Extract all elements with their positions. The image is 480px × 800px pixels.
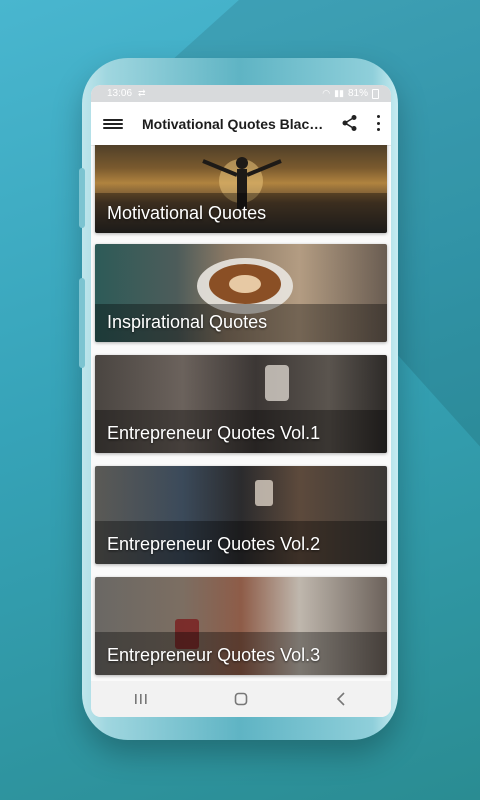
category-label: Entrepreneur Quotes Vol.1	[107, 423, 321, 443]
category-card-entrepreneur-2[interactable]: Entrepreneur Quotes Vol.2	[95, 466, 387, 564]
share-icon[interactable]	[341, 114, 359, 132]
category-list: Motivational Quotes Inspirational Quotes…	[91, 145, 391, 681]
app-screen: 13:06 ⇄ ◠ ▮▮ 81% Motivational Quotes Bla…	[91, 85, 391, 717]
category-label: Inspirational Quotes	[107, 312, 268, 332]
category-card-inspirational[interactable]: Inspirational Quotes	[95, 244, 387, 342]
status-bar: 13:06 ⇄ ◠ ▮▮ 81%	[91, 85, 391, 102]
notification-icon: ⇄	[138, 88, 146, 98]
bixby-button	[79, 278, 85, 368]
battery-percent: 81%	[347, 88, 368, 99]
category-card-entrepreneur-3[interactable]: Entrepreneur Quotes Vol.3	[95, 577, 387, 675]
home-icon[interactable]	[221, 687, 261, 711]
category-label: Entrepreneur Quotes Vol.3	[107, 645, 321, 665]
category-card-motivational[interactable]: Motivational Quotes	[95, 145, 387, 233]
app-title: Motivational Quotes Black...	[142, 115, 324, 132]
app-bar: Motivational Quotes Black...	[91, 102, 391, 146]
signal-icon: ▮▮	[334, 88, 344, 98]
system-nav-bar	[91, 681, 391, 717]
volume-button	[79, 168, 85, 228]
hamburger-menu-icon[interactable]	[103, 116, 123, 132]
back-icon[interactable]	[321, 687, 361, 711]
recents-icon[interactable]	[121, 687, 161, 711]
wifi-icon: ◠	[322, 88, 331, 98]
status-time: 13:06	[107, 88, 133, 99]
category-card-entrepreneur-1[interactable]: Entrepreneur Quotes Vol.1	[95, 355, 387, 453]
more-vert-icon[interactable]	[375, 115, 381, 131]
category-label: Motivational Quotes	[107, 203, 267, 223]
battery-icon	[372, 88, 379, 99]
category-label: Entrepreneur Quotes Vol.2	[107, 534, 321, 554]
